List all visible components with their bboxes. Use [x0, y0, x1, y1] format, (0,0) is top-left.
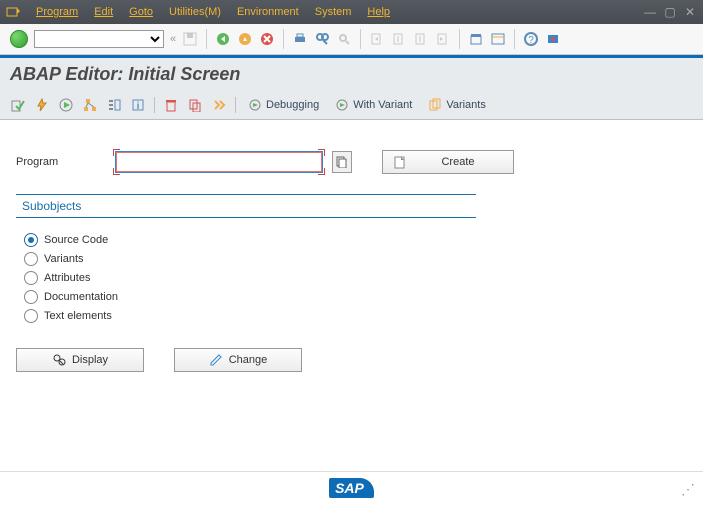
radio-source-code[interactable]: Source Code — [24, 233, 468, 247]
svg-text:i: i — [137, 101, 140, 112]
menu-program[interactable]: Program — [36, 6, 78, 18]
first-page-icon — [369, 31, 385, 47]
menu-system[interactable]: System — [315, 6, 352, 18]
subobjects-group: Subobjects Source Code Variants Attribut… — [16, 194, 476, 372]
check-icon[interactable] — [10, 97, 26, 113]
minimize-icon[interactable]: — — [643, 5, 657, 19]
menu-edit[interactable]: Edit — [94, 6, 113, 18]
content-area: Program Create Subobjects Source Code Va… — [0, 120, 703, 382]
execute-icon[interactable] — [58, 97, 74, 113]
application-toolbar: i Debugging With Variant Variants — [0, 91, 703, 120]
program-input[interactable] — [116, 152, 322, 172]
rename-icon[interactable] — [211, 97, 227, 113]
variants-button[interactable]: Variants — [424, 96, 490, 114]
change-button[interactable]: Change — [174, 348, 302, 372]
with-variant-button[interactable]: With Variant — [331, 96, 416, 114]
activate-icon[interactable] — [34, 97, 50, 113]
prev-page-icon — [391, 31, 407, 47]
print-icon[interactable] — [292, 31, 308, 47]
search-help-button[interactable] — [332, 151, 352, 173]
menu-environment[interactable]: Environment — [237, 6, 299, 18]
debugging-button[interactable]: Debugging — [244, 96, 323, 114]
where-used-icon[interactable] — [82, 97, 98, 113]
menubar: Program Edit Goto Utilities(M) Environme… — [0, 0, 703, 24]
back-icon[interactable] — [215, 31, 231, 47]
sap-logo: SAP — [329, 478, 374, 498]
copy-icon[interactable] — [187, 97, 203, 113]
new-session-icon[interactable] — [6, 5, 20, 19]
save-icon — [182, 31, 198, 47]
svg-text:?: ? — [528, 35, 534, 46]
layout-icon[interactable] — [490, 31, 506, 47]
last-page-icon — [435, 31, 451, 47]
maximize-icon[interactable]: ▢ — [663, 5, 677, 19]
display-button[interactable]: Display — [16, 348, 144, 372]
command-field[interactable] — [34, 30, 164, 48]
create-button[interactable]: Create — [382, 150, 514, 174]
subobjects-title: Subobjects — [16, 195, 476, 218]
cancel-icon[interactable] — [259, 31, 275, 47]
radio-text-elements[interactable]: Text elements — [24, 309, 468, 323]
new-window-icon[interactable] — [468, 31, 484, 47]
object-list-icon[interactable] — [106, 97, 122, 113]
info-icon[interactable]: i — [130, 97, 146, 113]
radio-variants[interactable]: Variants — [24, 252, 468, 266]
find-next-icon — [336, 31, 352, 47]
radio-attributes[interactable]: Attributes — [24, 271, 468, 285]
radio-documentation[interactable]: Documentation — [24, 290, 468, 304]
resize-handle[interactable]: ⋰ — [681, 481, 695, 498]
settings-icon[interactable] — [545, 31, 561, 47]
delete-icon[interactable] — [163, 97, 179, 113]
screen-title: ABAP Editor: Initial Screen — [0, 58, 703, 91]
find-icon[interactable] — [314, 31, 330, 47]
help-icon[interactable]: ? — [523, 31, 539, 47]
menu-utilities[interactable]: Utilities(M) — [169, 6, 221, 18]
exit-icon[interactable] — [237, 31, 253, 47]
enter-icon[interactable] — [10, 30, 28, 48]
menu-goto[interactable]: Goto — [129, 6, 153, 18]
footer: SAP — [0, 471, 703, 498]
history-icon[interactable]: « — [170, 33, 176, 45]
program-label: Program — [16, 156, 106, 168]
standard-toolbar: « ? — [0, 24, 703, 55]
close-icon[interactable]: ✕ — [683, 5, 697, 19]
next-page-icon — [413, 31, 429, 47]
menu-help[interactable]: Help — [367, 6, 390, 18]
